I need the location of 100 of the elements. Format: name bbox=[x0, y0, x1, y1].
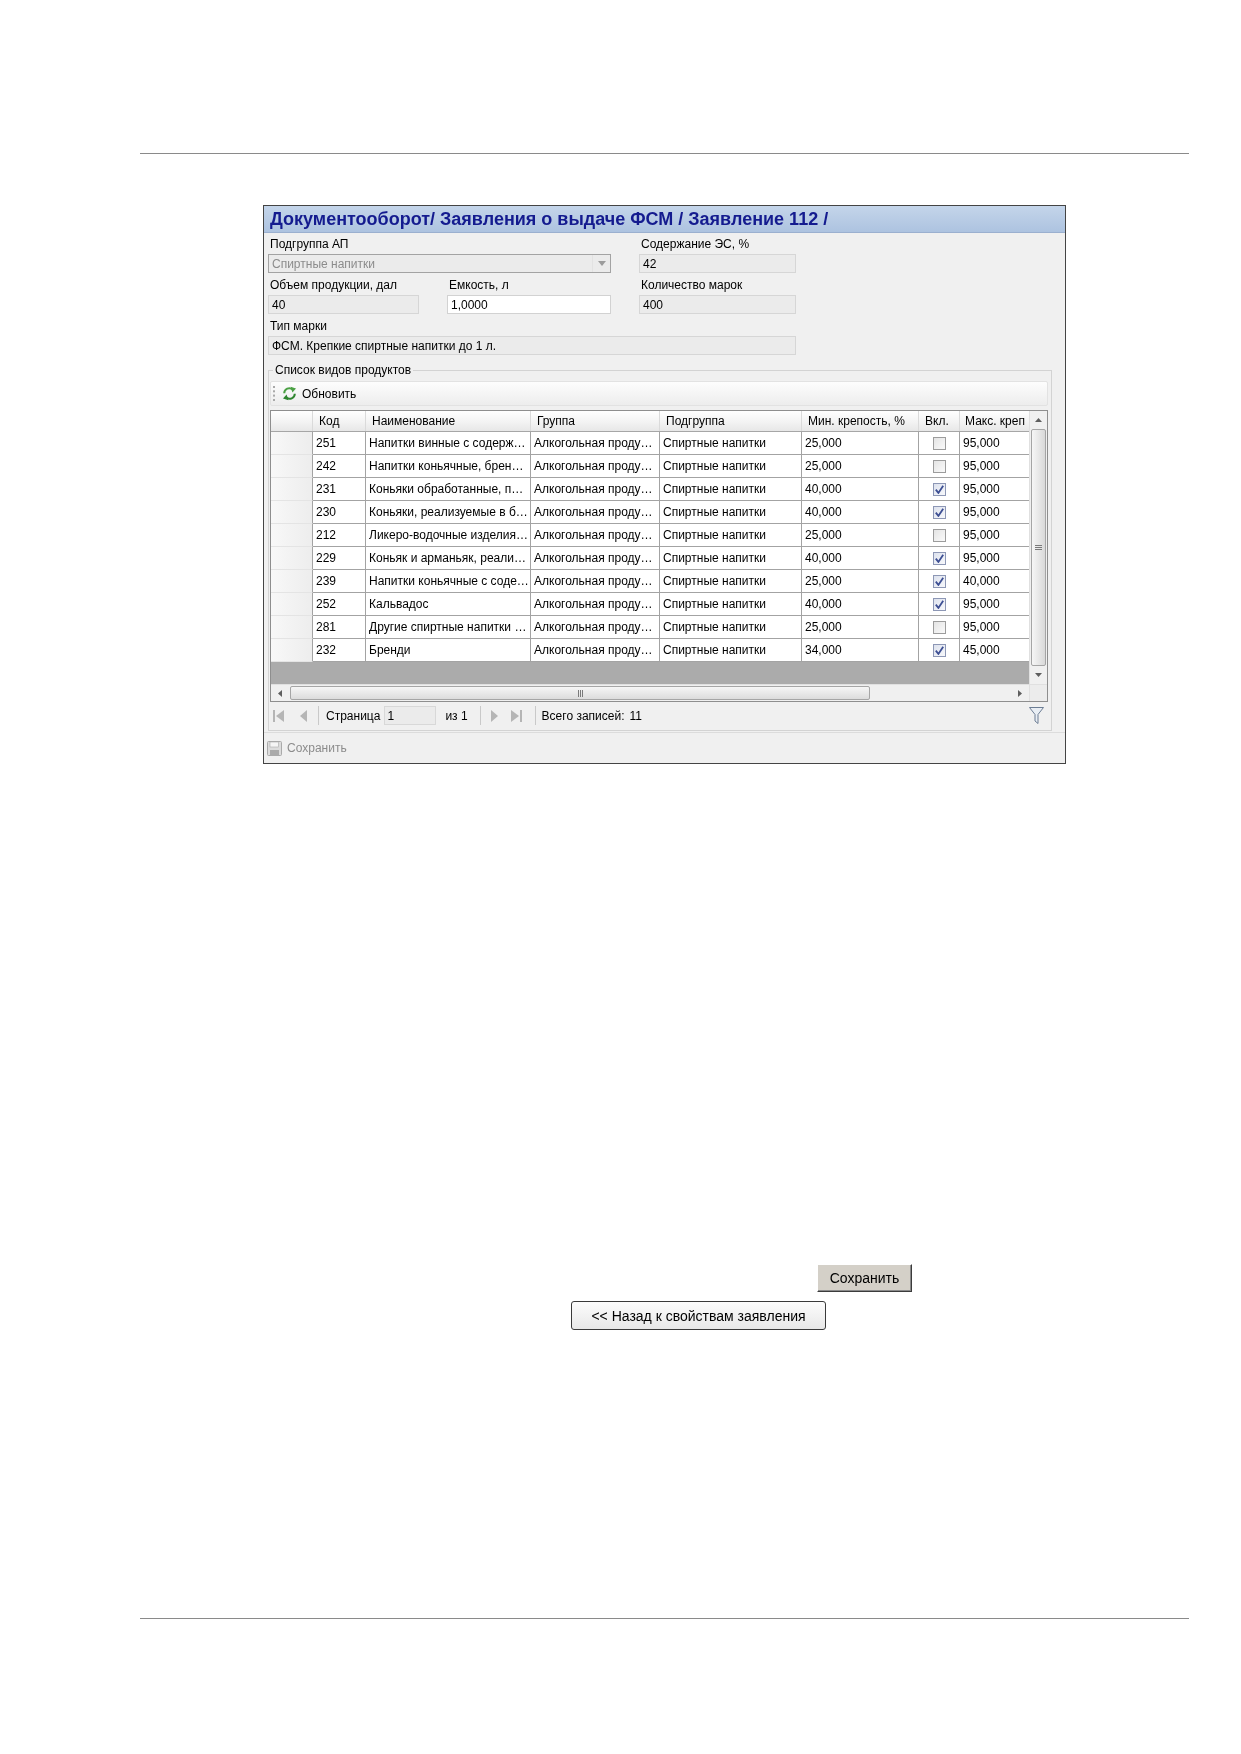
checkmark-icon bbox=[934, 507, 944, 517]
right-arrow-icon[interactable] bbox=[1018, 689, 1022, 697]
down-arrow-icon[interactable] bbox=[1035, 673, 1042, 677]
column-header[interactable]: Подгруппа bbox=[660, 411, 802, 431]
checkmark-icon bbox=[934, 484, 944, 494]
checkmark-icon bbox=[934, 599, 944, 609]
field-label: Объем продукции, дал bbox=[269, 278, 399, 292]
table-cell: Спиртные напитки bbox=[660, 432, 802, 455]
table-cell: 25,000 bbox=[802, 524, 919, 547]
table-cell: 25,000 bbox=[802, 616, 919, 639]
table-cell: 229 bbox=[313, 547, 366, 570]
row-indicator[interactable] bbox=[271, 478, 313, 501]
table-cell: Коньяк и арманьяк, реали… bbox=[366, 547, 531, 570]
table-cell: Спиртные напитки bbox=[660, 524, 802, 547]
table-cell: Напитки коньячные с соде… bbox=[366, 570, 531, 593]
refresh-button[interactable]: Обновить bbox=[282, 386, 357, 401]
total-count: 11 bbox=[629, 708, 642, 723]
table-cell: Спиртные напитки bbox=[660, 501, 802, 524]
table-cell: Спиртные напитки bbox=[660, 455, 802, 478]
checkbox[interactable] bbox=[932, 620, 946, 634]
save-button[interactable]: Сохранить bbox=[817, 1264, 912, 1292]
table-cell: Алкогольная проду… bbox=[531, 570, 660, 593]
table-cell: Алкогольная проду… bbox=[531, 478, 660, 501]
checkmark-icon bbox=[934, 553, 944, 563]
scrollbar-thumb[interactable] bbox=[290, 686, 870, 700]
column-header[interactable]: Наименование bbox=[366, 411, 531, 431]
grip-icon bbox=[1035, 545, 1042, 550]
field-label: Подгруппа АП bbox=[269, 237, 350, 251]
column-header[interactable]: Группа bbox=[531, 411, 660, 431]
checkbox[interactable] bbox=[932, 528, 946, 542]
table-cell: 252 bbox=[313, 593, 366, 616]
table-cell: Ликеро-водочные изделия… bbox=[366, 524, 531, 547]
text-field[interactable]: 42 bbox=[639, 254, 796, 273]
scrollbar-thumb[interactable] bbox=[1031, 429, 1046, 666]
table-cell: Напитки винные с содерж… bbox=[366, 432, 531, 455]
checkbox[interactable] bbox=[932, 436, 946, 450]
table-cell: 212 bbox=[313, 524, 366, 547]
row-indicator[interactable] bbox=[271, 616, 313, 639]
row-indicator[interactable] bbox=[271, 524, 313, 547]
page-label: Страница bbox=[326, 708, 381, 723]
text-field[interactable]: 40 bbox=[268, 295, 419, 314]
field-label: Емкость, л bbox=[448, 278, 510, 292]
table-cell: 230 bbox=[313, 501, 366, 524]
table-cell: 25,000 bbox=[802, 455, 919, 478]
field-label: Тип марки bbox=[269, 319, 328, 333]
total-label: Всего записей: bbox=[541, 708, 625, 723]
checkbox[interactable] bbox=[932, 643, 946, 657]
group-title: Список видов продуктов bbox=[274, 363, 413, 377]
table-cell: Другие спиртные напитки … bbox=[366, 616, 531, 639]
table-cell: 25,000 bbox=[802, 570, 919, 593]
checkbox[interactable] bbox=[932, 551, 946, 565]
table-cell: Алкогольная проду… bbox=[531, 593, 660, 616]
filter-icon[interactable] bbox=[1029, 707, 1044, 724]
table-cell: Кальвадос bbox=[366, 593, 531, 616]
row-indicator[interactable] bbox=[271, 501, 313, 524]
column-header[interactable]: Код bbox=[313, 411, 366, 431]
row-indicator[interactable] bbox=[271, 570, 313, 593]
table-cell: Алкогольная проду… bbox=[531, 455, 660, 478]
scrollbar-corner bbox=[1029, 684, 1047, 701]
refresh-icon bbox=[282, 386, 297, 401]
table-cell: 242 bbox=[313, 455, 366, 478]
vertical-scrollbar[interactable] bbox=[1029, 411, 1047, 684]
table-cell: 40,000 bbox=[802, 547, 919, 570]
field-label: Количество марок bbox=[640, 278, 744, 292]
text-field[interactable]: ФСМ. Крепкие спиртные напитки до 1 л. bbox=[268, 336, 796, 355]
back-button[interactable]: << Назад к свойствам заявления bbox=[571, 1301, 826, 1330]
horizontal-scrollbar[interactable] bbox=[271, 684, 1029, 701]
table-cell: Спиртные напитки bbox=[660, 570, 802, 593]
table-cell: Напитки коньячные, брен… bbox=[366, 455, 531, 478]
text-field[interactable]: 400 bbox=[639, 295, 796, 314]
table-cell: Коньяки, реализуемые в б… bbox=[366, 501, 531, 524]
up-arrow-icon[interactable] bbox=[1035, 418, 1042, 422]
checkbox[interactable] bbox=[932, 505, 946, 519]
row-indicator[interactable] bbox=[271, 547, 313, 570]
table-cell: 231 bbox=[313, 478, 366, 501]
row-indicator[interactable] bbox=[271, 455, 313, 478]
page-field[interactable]: 1 bbox=[384, 706, 437, 725]
table-cell: Алкогольная проду… bbox=[531, 547, 660, 570]
checkbox[interactable] bbox=[932, 574, 946, 588]
column-header[interactable]: Вкл. bbox=[919, 411, 960, 431]
row-indicator[interactable] bbox=[271, 432, 313, 455]
page-count: из 1 bbox=[445, 708, 468, 723]
table-cell: Алкогольная проду… bbox=[531, 524, 660, 547]
column-header[interactable]: Мин. крепость, % bbox=[802, 411, 919, 431]
row-indicator[interactable] bbox=[271, 593, 313, 616]
table-cell: Алкогольная проду… bbox=[531, 432, 660, 455]
left-arrow-icon[interactable] bbox=[278, 689, 282, 697]
checkbox[interactable] bbox=[932, 597, 946, 611]
column-header[interactable]: Макс. креп bbox=[960, 411, 1029, 431]
checkbox[interactable] bbox=[932, 482, 946, 496]
table-cell: Алкогольная проду… bbox=[531, 616, 660, 639]
table-cell: Спиртные напитки bbox=[660, 616, 802, 639]
text-field[interactable]: 1,0000 bbox=[447, 295, 611, 314]
table-cell: 281 bbox=[313, 616, 366, 639]
table-cell: 40,000 bbox=[802, 478, 919, 501]
row-indicator[interactable] bbox=[271, 639, 313, 662]
table-cell: 239 bbox=[313, 570, 366, 593]
caret-down-icon bbox=[597, 261, 606, 266]
table-cell: Коньяки обработанные, п… bbox=[366, 478, 531, 501]
checkbox[interactable] bbox=[932, 459, 946, 473]
